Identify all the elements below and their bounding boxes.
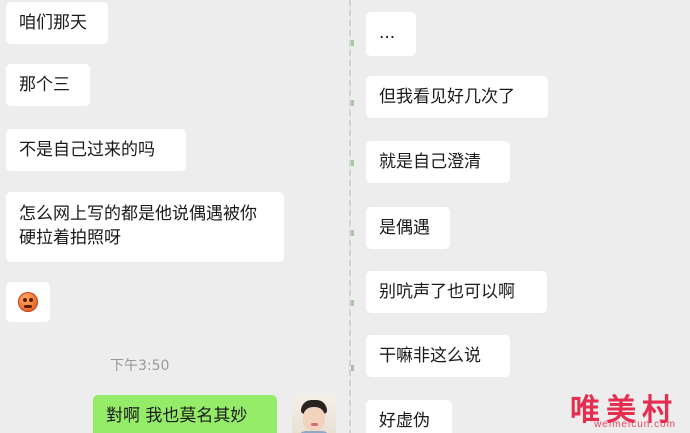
message-bubble[interactable]: 好虚伪 [366,400,452,433]
message-bubble[interactable]: 别吭声了也可以啊 [366,271,547,313]
sent-message-bubble[interactable]: 對啊 我也莫名其妙 [93,395,277,433]
emoji-message-bubble[interactable] [6,282,50,322]
site-watermark: 唯美村 weimeicun.com [547,385,682,430]
message-bubble[interactable]: 咱们那天 [6,2,108,44]
message-bubble[interactable]: ... [366,12,416,56]
user-avatar[interactable] [292,395,336,433]
flushed-face-emoji-icon [18,292,38,312]
message-bubble[interactable]: 那个三 [6,64,90,106]
watermark-url: weimeicun.com [594,419,676,430]
message-bubble[interactable]: 干嘛非这么说 [366,335,510,377]
edge-marker [351,300,354,306]
message-bubble[interactable]: 就是自己澄清 [366,141,510,183]
edge-marker [351,40,354,46]
edge-marker [351,365,354,371]
message-bubble[interactable]: 不是自己过来的吗 [6,129,186,171]
message-bubble[interactable]: 但我看见好几次了 [366,76,548,118]
right-chat-pane: ... 但我看见好几次了 就是自己澄清 是偶遇 别吭声了也可以啊 干嘛非这么说 … [351,0,690,433]
edge-marker [351,100,354,106]
edge-marker [351,230,354,236]
message-timestamp: 下午3:50 [110,358,170,374]
edge-marker [351,160,354,166]
left-chat-pane: 咱们那天 那个三 不是自己过来的吗 怎么网上写的都是他说偶遇被你硬拉着拍照呀 下… [0,0,349,433]
message-bubble[interactable]: 是偶遇 [366,207,450,249]
message-bubble[interactable]: 怎么网上写的都是他说偶遇被你硬拉着拍照呀 [6,192,284,262]
